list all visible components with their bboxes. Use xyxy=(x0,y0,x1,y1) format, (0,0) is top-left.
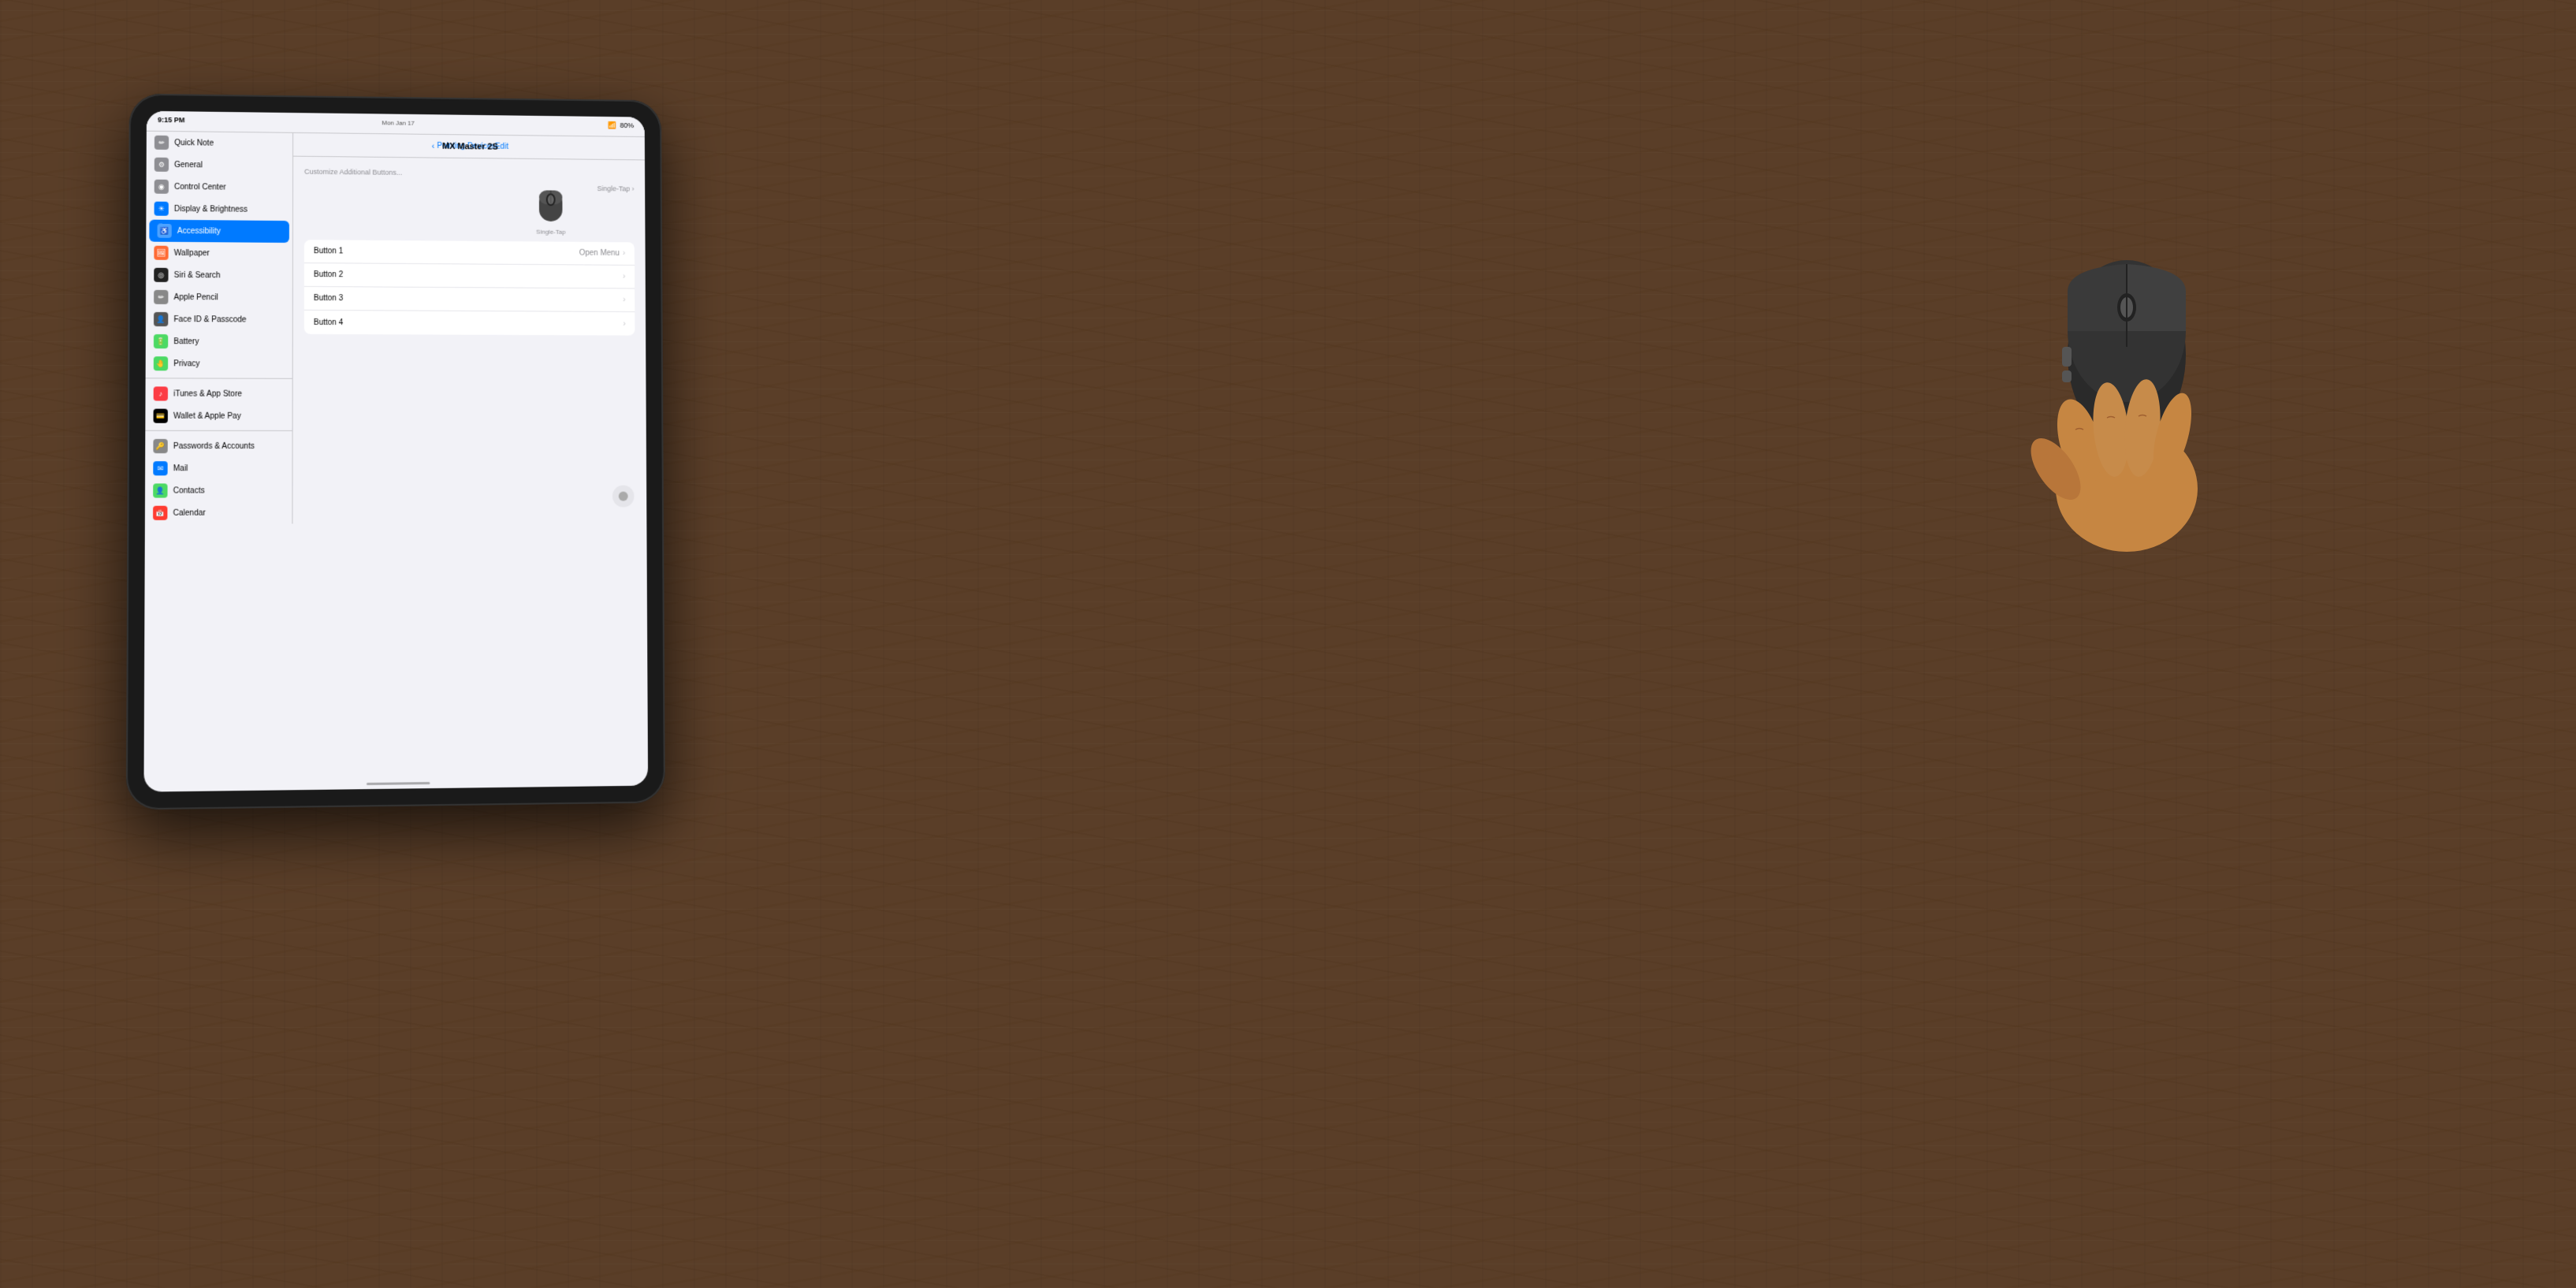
sidebar-item-calendar[interactable]: 📅 Calendar xyxy=(145,501,292,524)
button1-label: Button 1 xyxy=(314,247,343,255)
mouse-device xyxy=(2040,221,2213,457)
sidebar-label-siri: Siri & Search xyxy=(174,270,221,279)
customize-label: Customize Additional Buttons... xyxy=(304,168,634,179)
contacts-icon: 👤 xyxy=(153,483,167,497)
sidebar-label-pencil: Apple Pencil xyxy=(173,292,218,301)
sidebar-item-siri[interactable]: ◎ Siri & Search xyxy=(146,264,292,287)
sidebar-label-passwords: Passwords & Accounts xyxy=(173,441,255,450)
back-chevron-icon: ‹ xyxy=(432,141,435,151)
sidebar-item-itunes[interactable]: ♪ iTunes & App Store xyxy=(145,382,292,405)
sidebar-label-control-center: Control Center xyxy=(174,182,226,192)
ipad-device: 9:15 PM Mon Jan 17 📶 80% Settings ✏ Quic… xyxy=(126,94,665,810)
scroll-button-inner xyxy=(619,492,628,501)
sidebar-item-faceid[interactable]: 👤 Face ID & Passcode xyxy=(146,308,292,331)
battery-icon: 🔋 xyxy=(154,334,168,348)
detail-nav: ‹ Pointing Devices MX Master 2S Edit xyxy=(293,133,645,161)
button1-chevron-icon: › xyxy=(623,249,625,258)
passwords-icon: 🔑 xyxy=(153,439,167,453)
sidebar-item-contacts[interactable]: 👤 Contacts xyxy=(145,479,292,502)
accessibility-icon: ♿ xyxy=(158,224,172,238)
table-row[interactable]: Button 2 › xyxy=(304,263,635,288)
button3-chevron-icon: › xyxy=(623,296,625,304)
sidebar-label-quick-note: Quick Note xyxy=(174,139,214,148)
detail-panel: ‹ Pointing Devices MX Master 2S Edit Cus… xyxy=(292,133,646,524)
sidebar-label-privacy: Privacy xyxy=(173,359,199,368)
sidebar-item-wallpaper[interactable]: 🖼 Wallpaper xyxy=(146,242,292,265)
hand-illustration xyxy=(2016,284,2237,560)
sidebar-item-pencil[interactable]: ✏ Apple Pencil xyxy=(146,286,292,309)
sidebar-item-quick-note[interactable]: ✏ Quick Note xyxy=(147,132,292,155)
sidebar-item-passwords[interactable]: 🔑 Passwords & Accounts xyxy=(145,435,292,457)
button4-value: › xyxy=(623,319,625,328)
table-row[interactable]: Button 4 › xyxy=(304,311,635,336)
privacy-icon: 🤚 xyxy=(154,356,168,370)
sidebar-label-wallpaper: Wallpaper xyxy=(174,248,210,257)
faceid-icon: 👤 xyxy=(154,312,168,326)
display-icon: ☀ xyxy=(154,202,169,216)
table-row[interactable]: Button 3 › xyxy=(304,287,635,312)
sidebar-label-wallet: Wallet & Apple Pay xyxy=(173,411,241,420)
button3-label: Button 3 xyxy=(314,294,343,303)
sidebar-item-accessibility[interactable]: ♿ Accessibility xyxy=(149,220,289,243)
sidebar-label-display: Display & Brightness xyxy=(174,204,248,214)
sidebar-label-calendar: Calendar xyxy=(173,508,206,517)
siri-icon: ◎ xyxy=(154,268,168,282)
mouse-illustration xyxy=(535,184,567,227)
sidebar-label-mail: Mail xyxy=(173,464,188,473)
ipad-screen: 9:15 PM Mon Jan 17 📶 80% Settings ✏ Quic… xyxy=(143,111,648,792)
button2-chevron-icon: › xyxy=(623,273,625,281)
sidebar-label-contacts: Contacts xyxy=(173,486,205,495)
general-icon: ⚙ xyxy=(154,158,169,172)
button4-label: Button 4 xyxy=(314,318,343,326)
sidebar-label-itunes: iTunes & App Store xyxy=(173,389,242,398)
sidebar-item-control-center[interactable]: ◉ Control Center xyxy=(147,176,293,199)
status-right: 📶 80% xyxy=(609,121,635,129)
quick-note-icon: ✏ xyxy=(154,136,169,150)
sidebar-label-faceid: Face ID & Passcode xyxy=(173,315,246,324)
button2-label: Button 2 xyxy=(314,270,343,279)
sidebar-item-general[interactable]: ⚙ General xyxy=(147,154,292,177)
sidebar-item-battery[interactable]: 🔋 Battery xyxy=(146,330,292,353)
sidebar-label-accessibility: Accessibility xyxy=(177,226,221,235)
status-date: Mon Jan 17 xyxy=(382,119,415,126)
wallet-icon: 💳 xyxy=(154,409,168,423)
scroll-button-indicator xyxy=(612,486,635,508)
calendar-icon: 📅 xyxy=(153,506,167,520)
split-view: ✏ Quick Note ⚙ General ◉ Control Center … xyxy=(145,132,647,524)
mail-icon: ✉ xyxy=(153,461,167,475)
sidebar-label-general: General xyxy=(174,160,203,169)
detail-content: Customize Additional Buttons... xyxy=(292,157,646,524)
status-time: 9:15 PM xyxy=(158,116,184,124)
sidebar: ✏ Quick Note ⚙ General ◉ Control Center … xyxy=(145,132,293,524)
sidebar-item-privacy[interactable]: 🤚 Privacy xyxy=(146,352,292,375)
itunes-icon: ♪ xyxy=(154,386,168,400)
sidebar-item-wallet[interactable]: 💳 Wallet & Apple Pay xyxy=(145,405,292,427)
single-tap-label: Single-Tap xyxy=(536,229,565,236)
detail-title: MX Master 2S xyxy=(442,141,498,151)
wallpaper-icon: 🖼 xyxy=(154,246,168,260)
button3-value: › xyxy=(623,296,625,304)
control-center-icon: ◉ xyxy=(154,180,169,194)
sidebar-item-mail[interactable]: ✉ Mail xyxy=(145,457,292,479)
hand-mouse-photo xyxy=(2040,221,2434,694)
table-row[interactable]: Button 1 Open Menu › xyxy=(304,240,635,266)
button-list: Button 1 Open Menu › Button 2 › xyxy=(304,240,635,335)
sidebar-item-display[interactable]: ☀ Display & Brightness xyxy=(146,198,292,221)
wifi-icon: 📶 xyxy=(609,121,617,129)
button1-value: Open Menu › xyxy=(579,249,626,258)
button2-value: › xyxy=(623,273,625,281)
sidebar-label-battery: Battery xyxy=(173,337,199,346)
pencil-icon: ✏ xyxy=(154,290,168,304)
single-tap-value: Single-Tap › xyxy=(572,184,634,193)
button1-value-text: Open Menu xyxy=(579,249,620,258)
battery-indicator: 80% xyxy=(620,121,634,129)
button4-chevron-icon: › xyxy=(623,319,625,328)
